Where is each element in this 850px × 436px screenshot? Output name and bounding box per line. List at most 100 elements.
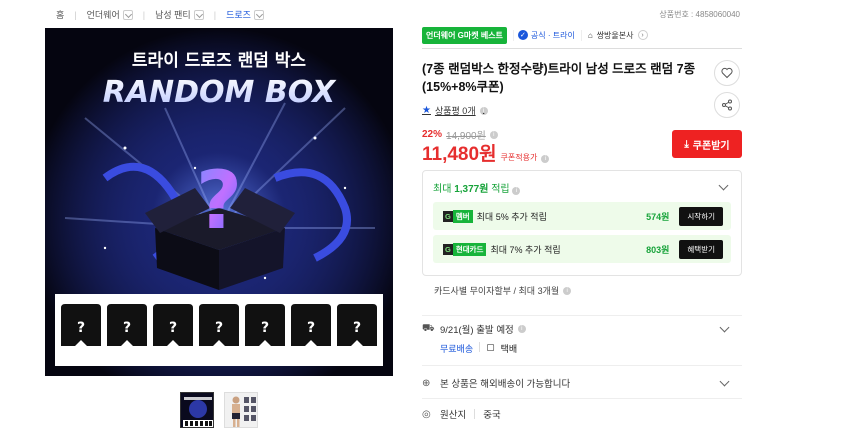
points-suffix: 적립 <box>491 183 510 195</box>
point-row-value: 574원 <box>646 211 670 222</box>
drawer-question-mark: ? <box>123 320 131 336</box>
shipping-date: 9/21(월) 출발 예정 <box>440 325 514 336</box>
origin-label: 원산지 <box>440 410 467 421</box>
review-count: 상품평 0개 <box>434 106 476 116</box>
coupon-price-note: 쿠폰적용가 <box>500 153 538 162</box>
drawer-question-mark: ? <box>77 320 85 336</box>
drawers-row: ? ? ? ? ? ? ? <box>61 304 377 346</box>
delivery-icon: ▢ <box>486 342 495 352</box>
points-header[interactable]: 최대 1,377원 적립 i <box>433 177 731 197</box>
card-label: 현대카드 <box>452 242 487 256</box>
point-row-card: G 현대카드 최대 7% 추가 적립 803원 혜택받기 <box>433 235 731 263</box>
star-icon: ★ <box>422 105 431 116</box>
info-icon[interactable]: i <box>563 286 572 295</box>
breadcrumb: 홈 | 언더웨어 | 남성 팬티 | 드로즈 <box>56 8 264 21</box>
product-title: (7종 랜덤박스 한정수량)트라이 남성 드로즈 랜덤 7종 (15%+8%쿠폰… <box>422 62 696 94</box>
member-label: 멤버 <box>452 209 473 223</box>
breadcrumb-drawers[interactable]: 드로즈 <box>226 8 264 21</box>
breadcrumb-separator: | <box>74 9 77 20</box>
installment-text: 카드사별 무이자할부 / 최대 3개월 <box>434 286 560 296</box>
chevron-down-icon[interactable] <box>718 180 729 190</box>
store-name: 쌍방울본사 <box>596 30 634 40</box>
review-link[interactable]: ★ 상품평 0개 i <box>422 104 488 117</box>
share-icon <box>722 99 732 111</box>
thumbnail-model[interactable] <box>224 392 258 428</box>
divider <box>474 409 476 419</box>
breadcrumb-home-label: 홈 <box>56 10 65 20</box>
points-prefix: 최대 <box>433 183 452 195</box>
random-box-illustration: ? 트라이 드로즈 랜덤 박스 RANDOM BOX ? ? ? ? ? ? ? <box>45 28 393 376</box>
breadcrumb-men-panty[interactable]: 남성 팬티 <box>155 8 204 21</box>
divider <box>479 342 481 352</box>
drawer-question-mark: ? <box>169 320 177 336</box>
point-row-member: G 멤버 최대 5% 추가 적립 574원 시작하기 <box>433 202 731 230</box>
thumbnail-list <box>180 392 258 428</box>
shipping-row[interactable]: ⛟ 9/21(월) 출발 예정 i <box>422 316 742 336</box>
coupon-button-label: 쿠폰받기 <box>692 140 730 152</box>
drawer-question-mark: ? <box>307 320 315 336</box>
breadcrumb-men-panty-label: 남성 팬티 <box>155 10 191 20</box>
chevron-right-icon: › <box>637 30 648 40</box>
points-box: 최대 1,377원 적립 i G 멤버 최대 5% 추가 적립 574원 시작하기… <box>422 170 742 276</box>
product-number: 상품번호 : 4858060040 <box>659 10 740 19</box>
truck-icon: ⛟ <box>422 322 435 334</box>
free-shipping: 무료배송 <box>440 344 474 354</box>
thumbnail-random-box[interactable] <box>180 392 214 428</box>
info-icon[interactable]: i <box>479 106 488 115</box>
official-label: 공식 · 트라이 <box>530 30 575 40</box>
home-icon: ⌂ <box>587 30 593 40</box>
chevron-down-icon[interactable] <box>122 9 133 20</box>
shipping-method: 택배 <box>500 344 518 354</box>
drawer-question-mark: ? <box>261 320 269 336</box>
question-mark: ? <box>196 154 242 247</box>
divider <box>422 48 742 49</box>
product-info-panel: 언더웨어 G마켓 베스트 ✓ 공식 · 트라이 ⌂ 쌍방울본사 › (7종 랜덤… <box>422 26 742 421</box>
official-store-link[interactable]: ✓ 공식 · 트라이 <box>512 29 575 41</box>
drawer-question-mark: ? <box>215 320 223 336</box>
coupon-download-button[interactable]: ⤓ 쿠폰받기 <box>672 130 742 158</box>
image-headline-en: RANDOM BOX <box>103 75 337 110</box>
breadcrumb-underwear[interactable]: 언더웨어 <box>87 8 133 21</box>
info-icon[interactable]: i <box>541 155 550 163</box>
shipping-section: ⛟ 9/21(월) 출발 예정 i 무료배송 ▢ 택배 ⊕ 본 상품은 해외배송… <box>422 315 742 421</box>
best-badge[interactable]: 언더웨어 G마켓 베스트 <box>422 26 507 44</box>
point-row-text: 최대 7% 추가 적립 <box>490 244 561 255</box>
point-row-text: 최대 5% 추가 적립 <box>476 211 547 222</box>
location-icon: ◎ <box>422 408 431 420</box>
image-headline-kr: 트라이 드로즈 랜덤 박스 <box>132 51 307 71</box>
info-icon[interactable]: i <box>512 186 521 195</box>
download-icon: ⤓ <box>684 138 689 150</box>
breadcrumb-home[interactable]: 홈 <box>56 8 64 21</box>
store-link[interactable]: ⌂ 쌍방울본사 › <box>580 29 648 41</box>
installment-info: 카드사별 무이자할부 / 최대 3개월 i <box>434 284 572 297</box>
chevron-down-icon[interactable] <box>253 9 264 20</box>
point-row-value: 803원 <box>646 244 670 255</box>
g-icon: G <box>443 243 453 255</box>
origin-row: ◎ 원산지 중국 <box>422 398 742 421</box>
heart-icon <box>721 67 733 79</box>
benefit-button[interactable]: 혜택받기 <box>679 239 723 259</box>
chevron-down-icon[interactable] <box>719 376 730 386</box>
globe-icon: ⊕ <box>422 377 431 389</box>
sale-price: 11,480원 <box>422 144 497 165</box>
info-icon[interactable]: i <box>517 325 526 333</box>
overseas-text: 본 상품은 해외배송이 가능합니다 <box>440 379 571 390</box>
card-badge: G 현대카드 <box>443 242 487 256</box>
info-icon[interactable]: i <box>489 130 498 139</box>
points-amount: 1,377원 <box>454 183 489 195</box>
chevron-down-icon[interactable] <box>193 9 204 20</box>
product-main-image[interactable]: ? 트라이 드로즈 랜덤 박스 RANDOM BOX ? ? ? ? ? ? ? <box>45 28 393 376</box>
shipping-sub-row: 무료배송 ▢ 택배 <box>422 342 742 355</box>
chevron-down-icon[interactable] <box>719 322 730 332</box>
verified-icon: ✓ <box>517 30 528 40</box>
start-button[interactable]: 시작하기 <box>679 206 723 226</box>
share-button[interactable] <box>714 92 740 118</box>
breadcrumb-drawers-label: 드로즈 <box>226 10 251 20</box>
member-badge: G 멤버 <box>443 209 473 223</box>
breadcrumb-underwear-label: 언더웨어 <box>86 10 120 20</box>
wishlist-button[interactable] <box>714 60 740 86</box>
overseas-row[interactable]: ⊕ 본 상품은 해외배송이 가능합니다 <box>422 365 742 398</box>
price-row: 11,480원 쿠폰적용가 i <box>422 139 550 166</box>
g-icon: G <box>443 210 453 222</box>
tag-row: 언더웨어 G마켓 베스트 ✓ 공식 · 트라이 ⌂ 쌍방울본사 › <box>422 26 742 44</box>
